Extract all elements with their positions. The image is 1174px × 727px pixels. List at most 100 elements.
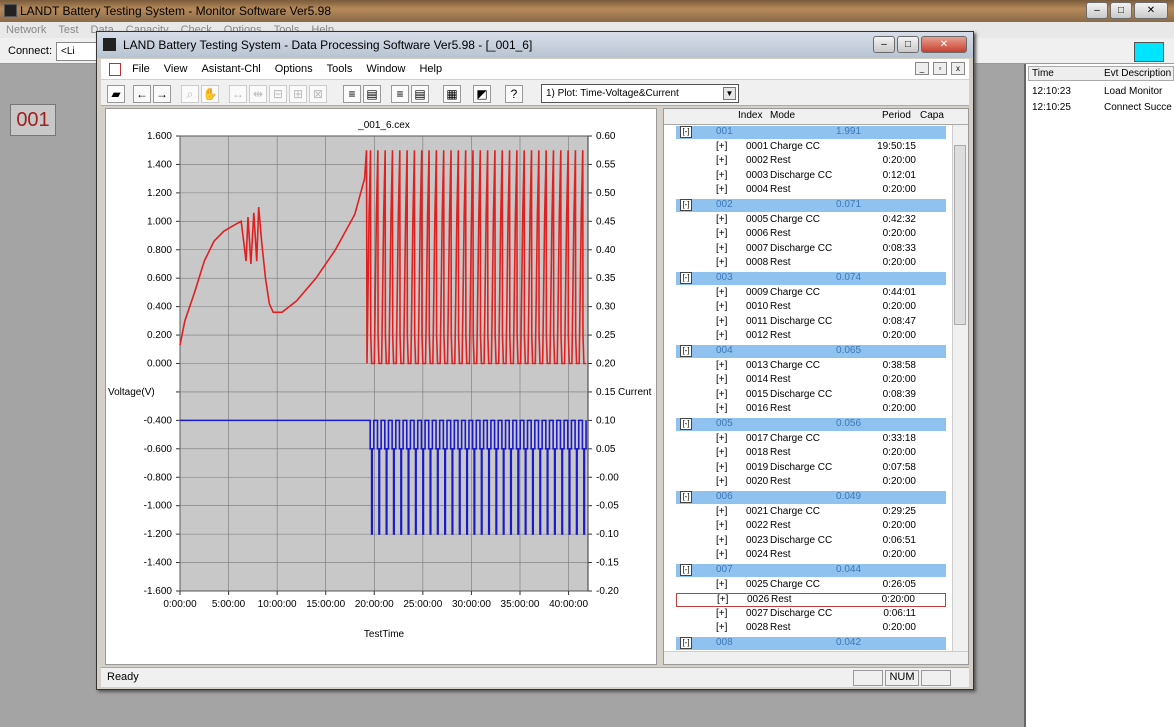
collapse-toggle-icon[interactable]: [-] [680,272,692,284]
step-row[interactable]: [+] 0026 Rest 0:20:00 [676,593,946,608]
plot-select[interactable]: 1) Plot: Time-Voltage&Current ▼ [541,84,739,103]
expand-icon[interactable]: [+] [716,476,727,487]
menu-item[interactable]: View [164,59,188,79]
minimize-button[interactable]: – [1086,2,1108,19]
report-copy-icon[interactable]: ▤ [411,85,429,103]
expand-icon[interactable]: [+] [716,535,727,546]
expand-icon[interactable]: [+] [716,214,727,225]
step-row[interactable]: [+] 0008 Rest 0:20:00 [676,257,946,271]
collapse-toggle-icon[interactable]: [-] [680,418,692,430]
expand-icon[interactable]: [+] [717,594,728,605]
window-close-button[interactable]: ✕ [921,36,967,53]
index-column-header[interactable]: Index [738,110,762,121]
collapse-toggle-icon[interactable]: [-] [680,491,692,503]
mdi-close-button[interactable]: x [951,62,965,75]
mdi-minimize-button[interactable]: _ [915,62,929,75]
step-row[interactable]: [+] 0021 Charge CC 0:29:25 [676,506,946,520]
open-folder-icon[interactable]: ▰ [107,85,125,103]
window-minimize-button[interactable]: – [873,36,895,53]
expand-icon[interactable]: [+] [716,155,727,166]
window-maximize-button[interactable]: □ [897,36,919,53]
step-row[interactable]: [+] 0011 Discharge CC 0:08:47 [676,316,946,330]
step-row[interactable]: [+] 0020 Rest 0:20:00 [676,476,946,490]
help-icon[interactable]: ? [505,85,523,103]
channel-001-button[interactable]: 001 [10,104,56,136]
cycle-row[interactable]: [-] 001 1.991 [676,126,946,139]
step-row[interactable]: [+] 0025 Charge CC 0:26:05 [676,579,946,593]
cycle-row[interactable]: [-] 007 0.044 [676,564,946,577]
step-row[interactable]: [+] 0028 Rest 0:20:00 [676,622,946,636]
back-arrow-icon[interactable]: ← [133,85,151,103]
collapse-toggle-icon[interactable]: [-] [680,345,692,357]
cycle-row[interactable]: [-] 004 0.065 [676,345,946,358]
step-row[interactable]: [+] 0001 Charge CC 19:50:15 [676,141,946,155]
menu-item[interactable]: Options [275,59,313,79]
expand-icon[interactable]: [+] [716,330,727,341]
expand-icon[interactable]: [+] [716,374,727,385]
expand-icon[interactable]: [+] [716,520,727,531]
monitor-menu-item[interactable]: Network [6,24,46,36]
menu-item[interactable]: Help [419,59,442,79]
expand-icon[interactable]: [+] [716,389,727,400]
step-row[interactable]: [+] 0009 Charge CC 0:44:01 [676,287,946,301]
step-row[interactable]: [+] 0023 Discharge CC 0:06:51 [676,535,946,549]
event-time-header[interactable]: Time [1032,68,1054,79]
step-row[interactable]: [+] 0013 Charge CC 0:38:58 [676,360,946,374]
monitor-menu-item[interactable]: Test [58,24,78,36]
zoom-icon[interactable]: ⌕ [181,85,199,103]
expand-h-icon[interactable]: ↔ [229,85,247,103]
expand-icon[interactable]: [+] [716,506,727,517]
tree-scroll-thumb[interactable] [954,145,966,325]
step-row[interactable]: [+] 0017 Charge CC 0:33:18 [676,433,946,447]
expand-icon[interactable]: [+] [716,170,727,181]
menu-item[interactable]: Asistant-Chl [201,59,260,79]
expand-icon[interactable]: [+] [716,184,727,195]
close-button[interactable]: ✕ [1134,2,1168,19]
connect-combo[interactable]: <Li [56,42,100,61]
period-column-header[interactable]: Period [882,110,911,121]
step-row[interactable]: [+] 0012 Rest 0:20:00 [676,330,946,344]
expand-icon[interactable]: [+] [716,243,727,254]
report-icon[interactable]: ≡ [391,85,409,103]
step-row[interactable]: [+] 0004 Rest 0:20:00 [676,184,946,198]
step-row[interactable]: [+] 0016 Rest 0:20:00 [676,403,946,417]
mode-column-header[interactable]: Mode [770,110,795,121]
forward-arrow-icon[interactable]: → [153,85,171,103]
expand-icon[interactable]: [+] [716,622,727,633]
menu-item[interactable]: Tools [327,59,353,79]
expand-icon[interactable]: [+] [716,579,727,590]
expand-icon[interactable]: [+] [716,433,727,444]
expand-icon[interactable]: [+] [716,257,727,268]
expand-icon[interactable]: [+] [716,228,727,239]
menu-item[interactable]: File [132,59,150,79]
step-row[interactable]: [+] 0005 Charge CC 0:42:32 [676,214,946,228]
expand-icon[interactable]: [+] [716,360,727,371]
expand-icon[interactable]: [+] [716,403,727,414]
expand-icon[interactable]: [+] [716,301,727,312]
list-icon[interactable]: ≡ [343,85,361,103]
cycle-row[interactable]: [-] 008 0.042 [676,637,946,650]
collapse-toggle-icon[interactable]: [-] [680,564,692,576]
grid-icon[interactable]: ▦ [443,85,461,103]
expand-icon[interactable]: [+] [716,287,727,298]
chevron-down-icon[interactable]: ▼ [723,87,736,100]
menu-item[interactable]: Window [366,59,405,79]
step-row[interactable]: [+] 0024 Rest 0:20:00 [676,549,946,563]
collapse-toggle-icon[interactable]: [-] [680,126,692,138]
event-desc-header[interactable]: Evt Description [1104,68,1171,79]
step-row[interactable]: [+] 0019 Discharge CC 0:07:58 [676,462,946,476]
step-row[interactable]: [+] 0014 Rest 0:20:00 [676,374,946,388]
expand-icon[interactable]: [+] [716,608,727,619]
step-row[interactable]: [+] 0015 Discharge CC 0:08:39 [676,389,946,403]
monitor-action-button[interactable] [1134,42,1164,62]
list-copy-icon[interactable]: ▤ [363,85,381,103]
step-row[interactable]: [+] 0003 Discharge CC 0:12:01 [676,170,946,184]
step-row[interactable]: [+] 0007 Discharge CC 0:08:33 [676,243,946,257]
step-row[interactable]: [+] 0002 Rest 0:20:00 [676,155,946,169]
expand-icon[interactable]: [+] [716,141,727,152]
cycle-row[interactable]: [-] 005 0.056 [676,418,946,431]
fit-all-icon[interactable]: ⊠ [309,85,327,103]
fit-v-icon[interactable]: ⊞ [289,85,307,103]
chart-icon[interactable]: ◩ [473,85,491,103]
collapse-toggle-icon[interactable]: [-] [680,199,692,211]
